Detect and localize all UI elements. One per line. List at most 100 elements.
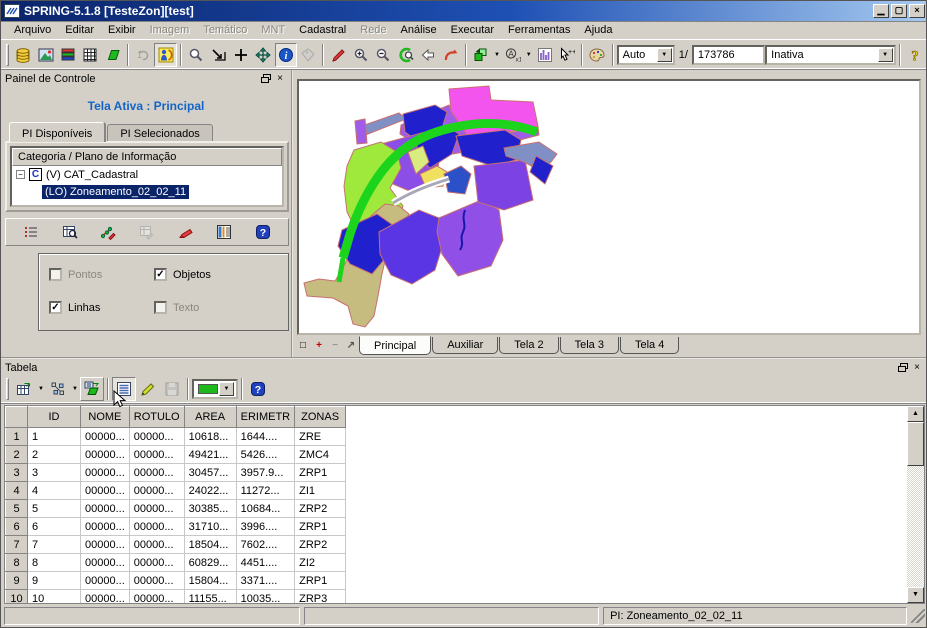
help-blue-icon[interactable]: ? bbox=[251, 220, 275, 244]
table-cell[interactable]: ZRP3 bbox=[295, 590, 346, 605]
table-cell[interactable]: 00000... bbox=[129, 554, 184, 572]
row-number-cell[interactable]: 5 bbox=[6, 500, 28, 518]
redraw-icon[interactable] bbox=[440, 43, 462, 67]
toolbar-handle[interactable] bbox=[6, 44, 9, 66]
table-cell[interactable]: 18504... bbox=[184, 536, 236, 554]
table-cell[interactable]: 60829... bbox=[184, 554, 236, 572]
row-number-cell[interactable]: 10 bbox=[6, 590, 28, 605]
acquire-cursor-icon[interactable]: ++ bbox=[556, 43, 578, 67]
close-button[interactable]: × bbox=[909, 4, 925, 18]
table-cell[interactable]: 15804... bbox=[184, 572, 236, 590]
column-header-nome[interactable]: NOME bbox=[81, 407, 130, 428]
map-canvas[interactable] bbox=[297, 79, 921, 335]
pi-search-icon[interactable] bbox=[58, 220, 82, 244]
menu-ajuda[interactable]: Ajuda bbox=[577, 22, 619, 38]
info-icon[interactable]: i bbox=[275, 43, 297, 67]
table-cell[interactable]: 00000... bbox=[81, 590, 130, 605]
zoom-fit-icon[interactable] bbox=[207, 43, 229, 67]
zoom-mode-combo[interactable]: Auto▼ bbox=[617, 45, 675, 65]
cursor-info-icon[interactable] bbox=[154, 43, 176, 67]
table-cell[interactable]: 3957.9... bbox=[236, 464, 295, 482]
menu-exibir[interactable]: Exibir bbox=[101, 22, 143, 38]
table-row[interactable]: 101000000...00000...11155...10035...ZRP3 bbox=[6, 590, 346, 605]
query-table-dropdown-icon[interactable]: ▼ bbox=[36, 386, 46, 392]
table-vertical-scrollbar[interactable]: ▲ ▼ bbox=[907, 406, 924, 603]
table-cell[interactable]: 00000... bbox=[129, 464, 184, 482]
map-tab-tela-2[interactable]: Tela 2 bbox=[499, 337, 558, 354]
image-registration-icon[interactable] bbox=[34, 43, 56, 67]
row-number-cell[interactable]: 9 bbox=[6, 572, 28, 590]
table-cell[interactable]: ZRP1 bbox=[295, 572, 346, 590]
table-row[interactable]: 7700000...00000...18504...7602....ZRP2 bbox=[6, 536, 346, 554]
table-cell[interactable]: 6 bbox=[28, 518, 81, 536]
checkbox-linhas[interactable]: ✓ bbox=[49, 301, 62, 314]
table-row[interactable]: 1100000...00000...10618...1644....ZRE bbox=[6, 428, 346, 446]
grid-icon[interactable] bbox=[79, 43, 101, 67]
row-number-cell[interactable]: 8 bbox=[6, 554, 28, 572]
scale-1x-dropdown-icon[interactable]: ▼ bbox=[524, 52, 533, 58]
menu-arquivo[interactable]: Arquivo bbox=[7, 22, 58, 38]
edit-pencil-icon[interactable] bbox=[327, 43, 349, 67]
scroll-down-icon[interactable]: ▼ bbox=[907, 587, 924, 603]
table-row[interactable]: 9900000...00000...15804...3371....ZRP1 bbox=[6, 572, 346, 590]
graphic-scale-icon[interactable] bbox=[533, 43, 555, 67]
table-cell[interactable]: 4 bbox=[28, 482, 81, 500]
tree-node-layer[interactable]: (LO) Zoneamento_02_02_11 bbox=[12, 183, 282, 200]
toolbar-handle[interactable] bbox=[6, 378, 9, 400]
category-label[interactable]: (V) CAT_Cadastral bbox=[46, 169, 138, 181]
table-cell[interactable]: 00000... bbox=[129, 518, 184, 536]
float-view-icon[interactable]: □ bbox=[296, 339, 310, 353]
table-cell[interactable]: 00000... bbox=[129, 590, 184, 605]
add-view-icon[interactable]: + bbox=[312, 339, 326, 353]
table-cell[interactable]: 3 bbox=[28, 464, 81, 482]
zoom-out-icon[interactable] bbox=[372, 43, 394, 67]
row-number-cell[interactable]: 1 bbox=[6, 428, 28, 446]
table-cell[interactable]: 2 bbox=[28, 446, 81, 464]
table-cell[interactable]: 1 bbox=[28, 428, 81, 446]
table-cell[interactable]: 10684... bbox=[236, 500, 295, 518]
pi-list-icon[interactable] bbox=[19, 220, 43, 244]
scroll-thumb[interactable] bbox=[907, 422, 924, 466]
float-table-icon[interactable] bbox=[896, 361, 910, 374]
table-cell[interactable]: 00000... bbox=[129, 572, 184, 590]
column-header-id[interactable]: ID bbox=[28, 407, 81, 428]
table-row[interactable]: 8800000...00000...60829...4451....ZI2 bbox=[6, 554, 346, 572]
table-cell[interactable]: 00000... bbox=[129, 428, 184, 446]
row-number-cell[interactable]: 3 bbox=[6, 464, 28, 482]
view-state-combo[interactable]: Inativa▼ bbox=[765, 45, 896, 65]
table-cell[interactable]: 00000... bbox=[81, 572, 130, 590]
remove-view-icon[interactable]: − bbox=[328, 339, 342, 353]
table-cell[interactable]: ZRE bbox=[295, 428, 346, 446]
column-header-erimetr[interactable]: ERIMETR bbox=[236, 407, 295, 428]
table-view-icon[interactable] bbox=[112, 377, 136, 401]
table-cell[interactable]: 10618... bbox=[184, 428, 236, 446]
column-header-area[interactable]: AREA bbox=[184, 407, 236, 428]
scale-1x-icon[interactable]: Ax1 bbox=[502, 43, 524, 67]
title-bar[interactable]: SPRING-5.1.8 [TesteZon][test] ▁ ▢ × bbox=[1, 1, 927, 21]
table-cell[interactable]: 11155... bbox=[184, 590, 236, 605]
table-row[interactable]: 3300000...00000...30457...3957.9...ZRP1 bbox=[6, 464, 346, 482]
table-cell[interactable]: 3371.... bbox=[236, 572, 295, 590]
row-number-cell[interactable]: 7 bbox=[6, 536, 28, 554]
resize-grip[interactable] bbox=[911, 609, 925, 623]
table-cell[interactable]: 1644.... bbox=[236, 428, 295, 446]
table-cell[interactable]: 00000... bbox=[81, 536, 130, 554]
table-cell[interactable]: 8 bbox=[28, 554, 81, 572]
menu-executar[interactable]: Executar bbox=[444, 22, 501, 38]
menu-cadastral[interactable]: Cadastral bbox=[292, 22, 353, 38]
table-cell[interactable]: 24022... bbox=[184, 482, 236, 500]
database-icon[interactable] bbox=[12, 43, 34, 67]
table-cell[interactable]: 31710... bbox=[184, 518, 236, 536]
category-tree[interactable]: Categoria / Plano de Informação − C (V) … bbox=[10, 146, 284, 207]
layers-icon[interactable] bbox=[57, 43, 79, 67]
table-cell[interactable]: 4451.... bbox=[236, 554, 295, 572]
table-row[interactable]: 5500000...00000...30385...10684...ZRP2 bbox=[6, 500, 346, 518]
table-cell[interactable]: 49421... bbox=[184, 446, 236, 464]
view-state-combo-arrow-icon[interactable]: ▼ bbox=[878, 48, 893, 62]
scale-denominator-field[interactable]: 173786 bbox=[692, 45, 765, 65]
tab-pi-disponi-veis[interactable]: PI Disponíveis bbox=[9, 122, 105, 142]
recompose-icon[interactable] bbox=[470, 43, 492, 67]
table-cell[interactable]: 5 bbox=[28, 500, 81, 518]
zoom-in-icon[interactable] bbox=[350, 43, 372, 67]
zoom-area-icon[interactable] bbox=[395, 43, 417, 67]
